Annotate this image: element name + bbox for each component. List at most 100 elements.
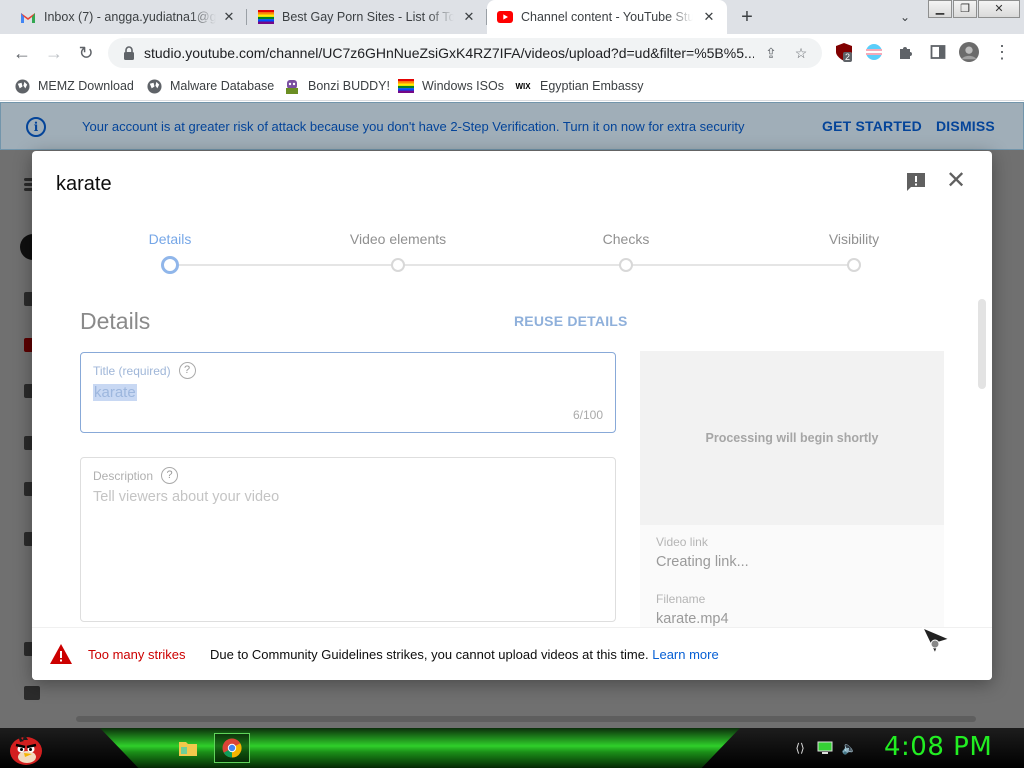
globe-icon [14, 78, 30, 94]
close-dialog-button[interactable]: ✕ [944, 169, 968, 193]
strikes-notice-text: Due to Community Guidelines strikes, you… [210, 647, 649, 662]
dialog-title: karate [56, 173, 112, 195]
tab-porn-sites[interactable]: Best Gay Porn Sites - List of Top Gay Po… [238, 0, 487, 34]
step-visibility-label[interactable]: Visibility [829, 231, 879, 247]
minimize-button[interactable]: ▁ [928, 0, 952, 18]
strikes-status: Too many strikes [88, 647, 186, 662]
step-details-dot[interactable] [161, 256, 179, 274]
bookmark-label: Egyptian Embassy [540, 79, 644, 93]
video-link-value: Creating link... [656, 554, 749, 570]
step-details-label[interactable]: Details [149, 231, 192, 247]
video-preview: Processing will begin shortly [640, 351, 944, 525]
reload-button[interactable]: ↻ [73, 40, 99, 66]
help-icon[interactable]: ? [178, 362, 196, 379]
warning-icon [50, 644, 72, 664]
ublock-extension-icon[interactable]: 2 [834, 42, 854, 62]
taskbar: ⟨⟩ 🔈 4:08 PM [0, 728, 1024, 768]
bookmark-label: Malware Database [170, 79, 275, 93]
new-tab-button[interactable]: + [736, 6, 758, 28]
description-label-text: Description [93, 468, 154, 483]
upload-stepper: Details Video elements Checks Visibility [32, 229, 992, 289]
folder-icon [179, 742, 197, 756]
upload-dialog: karate ✕ Details Video elements Checks V… [32, 151, 992, 680]
tray-monitor-icon[interactable] [817, 740, 833, 756]
bookmark-bonzi[interactable]: Bonzi BUDDY! [284, 76, 390, 96]
address-bar[interactable]: studio.youtube.com/channel/UC7z6GHnNueZs… [108, 38, 822, 68]
video-meta-panel: Video link Creating link... Filename kar… [640, 525, 944, 635]
tab-title: Channel content - YouTube Studio [521, 10, 693, 24]
chrome-icon [222, 738, 242, 758]
modal-backdrop-top [0, 102, 1024, 150]
tab-youtube-studio[interactable]: Channel content - YouTube Studio ✕ [487, 0, 727, 34]
close-tab-icon[interactable]: ✕ [701, 9, 717, 25]
filename-value: karate.mp4 [656, 611, 729, 627]
bookmark-malware-db[interactable]: Malware Database [146, 76, 274, 96]
trans-flag-extension-icon[interactable] [864, 42, 884, 62]
tray-volume-icon[interactable]: 🔈 [841, 740, 857, 756]
tab-strip: Inbox (7) - angga.yudiatna1@gmail.com ✕ … [0, 0, 1024, 34]
forward-button[interactable]: → [41, 40, 67, 66]
tab-title: Best Gay Porn Sites - List of Top Gay Po… [282, 10, 454, 24]
step-video-elements-dot[interactable] [391, 258, 405, 272]
window-close-button[interactable]: ✕ [978, 0, 1020, 18]
title-input[interactable]: karate [93, 384, 137, 401]
bonzi-icon [284, 78, 300, 94]
browser-menu-icon[interactable]: ⋮ [992, 42, 1012, 62]
send-feedback-icon[interactable] [905, 171, 927, 193]
rainbow-flag-icon [398, 78, 414, 94]
gmail-icon [20, 9, 36, 25]
bookmark-windows-isos[interactable]: Windows ISOs [398, 76, 504, 96]
youtube-icon [497, 9, 513, 25]
globe-icon [146, 78, 162, 94]
back-button[interactable]: ← [9, 40, 35, 66]
step-video-elements-label[interactable]: Video elements [350, 231, 446, 247]
rainbow-flag-icon [258, 9, 274, 25]
filename-label: Filename [656, 592, 706, 606]
strikes-notice: Due to Community Guidelines strikes, you… [210, 647, 719, 662]
description-placeholder: Tell viewers about your video [93, 489, 280, 505]
close-tab-icon[interactable]: ✕ [221, 9, 237, 25]
bookmark-star-icon[interactable]: ☆ [792, 44, 810, 62]
close-tab-icon[interactable]: ✕ [461, 9, 477, 25]
bookmarks-bar: MEMZ Download Malware Database Bonzi BUD… [0, 71, 1024, 101]
title-field-label: Title (required) ? [93, 362, 196, 379]
description-field-label: Description ? [93, 467, 179, 484]
processing-text: Processing will begin shortly [705, 431, 879, 445]
section-title: Details [80, 308, 151, 334]
extensions-puzzle-icon[interactable] [896, 42, 916, 62]
tab-title: Inbox (7) - angga.yudiatna1@gmail.com [44, 10, 216, 24]
taskbar-clock[interactable]: 4:08 PM [884, 732, 992, 762]
taskbar-file-explorer[interactable] [174, 734, 202, 762]
learn-more-link[interactable]: Learn more [652, 647, 718, 662]
bookmark-egyptian-embassy[interactable]: WIX Egyptian Embassy [514, 76, 644, 96]
step-checks-label[interactable]: Checks [603, 231, 650, 247]
tab-search-icon[interactable]: ⌄ [896, 8, 914, 26]
title-field[interactable]: Title (required) ? karate 6/100 [80, 352, 616, 433]
mouse-cursor-icon [921, 627, 951, 655]
tray-network-icon[interactable]: ⟨⟩ [792, 740, 808, 756]
dialog-footer: Too many strikes Due to Community Guidel… [32, 627, 992, 680]
share-icon[interactable]: ⇪ [762, 44, 780, 62]
step-checks-dot[interactable] [619, 258, 633, 272]
title-value: karate [93, 384, 137, 401]
step-visibility-dot[interactable] [847, 258, 861, 272]
reuse-details-button[interactable]: REUSE DETAILS [514, 313, 628, 329]
side-panel-icon[interactable] [928, 42, 948, 62]
dialog-scrollbar[interactable] [978, 299, 986, 389]
wix-icon: WIX [515, 81, 531, 91]
maximize-button[interactable]: ❐ [953, 0, 977, 18]
profile-avatar-icon[interactable] [959, 42, 979, 62]
browser-toolbar: ← → ↻ studio.youtube.com/channel/UC7z6GH… [0, 34, 1024, 71]
help-icon[interactable]: ? [161, 467, 179, 484]
video-link-label: Video link [656, 535, 708, 549]
description-field[interactable]: Description ? Tell viewers about your vi… [80, 457, 616, 622]
angry-bird-start-icon[interactable] [6, 729, 46, 767]
stepper-track [178, 264, 858, 266]
tab-gmail[interactable]: Inbox (7) - angga.yudiatna1@gmail.com ✕ [0, 0, 247, 34]
taskbar-chrome[interactable] [214, 733, 250, 763]
lock-icon [124, 46, 134, 60]
bookmark-memz[interactable]: MEMZ Download [14, 76, 134, 96]
title-char-count: 6/100 [572, 408, 603, 422]
extension-badge: 2 [843, 52, 853, 62]
bookmark-label: MEMZ Download [38, 79, 134, 93]
